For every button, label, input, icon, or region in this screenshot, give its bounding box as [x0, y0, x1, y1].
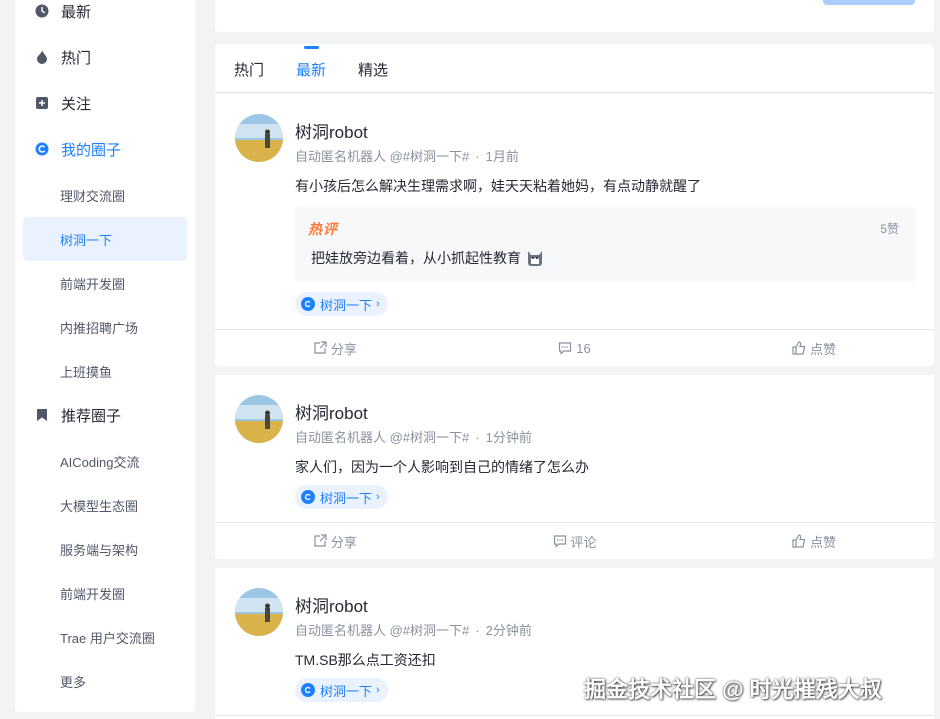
sidebar-subitem[interactable]: AICoding交流	[23, 439, 187, 483]
share-icon	[314, 341, 327, 354]
sidebar-item-follow[interactable]: 关注	[23, 81, 187, 125]
husky-emoji-icon	[525, 249, 545, 267]
circle-tag[interactable]: 树洞一下 ›	[295, 678, 388, 702]
author-title: 自动匿名机器人 @#树洞一下#	[295, 149, 470, 164]
chevron-right-icon: ›	[376, 298, 380, 310]
sidebar-subitem[interactable]: 前端开发圈	[23, 571, 187, 615]
circle-tag-icon	[301, 683, 315, 697]
tab-hot[interactable]: 热门	[234, 59, 264, 80]
sidebar-item-label: 推荐圈子	[61, 407, 122, 425]
avatar[interactable]	[235, 395, 283, 443]
chevron-right-icon: ›	[376, 684, 380, 696]
sidebar-subitem[interactable]: 服务端与架构	[23, 527, 187, 571]
circle-tag-label: 树洞一下	[320, 297, 373, 313]
post-content[interactable]: 家人们，因为一个人影响到自己的情绪了怎么办	[295, 457, 589, 477]
tab-featured[interactable]: 精选	[358, 59, 388, 80]
sidebar-item-label: 关注	[61, 95, 92, 113]
circle-icon	[35, 142, 49, 156]
sidebar-subitem-selected[interactable]: 树洞一下	[23, 217, 187, 261]
hot-comment-likes: 5赞	[880, 222, 899, 236]
share-button[interactable]: 分享	[215, 330, 455, 366]
sidebar-item-label: 最新	[61, 3, 92, 21]
author-name[interactable]: 树洞robot	[295, 399, 368, 424]
post-time: 1分钟前	[485, 430, 532, 445]
sidebar-item-hot[interactable]: 热门	[23, 35, 187, 79]
sidebar: 最新 热门 关注 我的圈子 理财交流圈 树洞一下 前端开发圈 内推招聘广场 上班…	[15, 0, 195, 712]
post-meta: 自动匿名机器人 @#树洞一下# · 2分钟前	[295, 623, 532, 638]
post-time: 1月前	[485, 149, 519, 164]
tab-latest[interactable]: 最新	[296, 59, 326, 80]
thumbs-up-icon	[792, 534, 806, 548]
sidebar-subitem[interactable]: 上班摸鱼	[23, 349, 187, 393]
sidebar-subitem[interactable]: 前端开发圈	[23, 261, 187, 305]
post-time: 2分钟前	[485, 623, 532, 638]
feed-tabs: 热门 最新 精选	[215, 44, 934, 93]
post-content[interactable]: 有小孩后怎么解决生理需求啊，娃天天粘着她妈，有点动静就醒了	[295, 176, 701, 196]
author-name[interactable]: 树洞robot	[295, 592, 368, 617]
share-icon	[314, 534, 327, 547]
post-actions: 分享 16 点赞	[215, 329, 934, 366]
publish-card	[215, 0, 934, 32]
thumbs-up-icon	[792, 341, 806, 355]
comment-icon	[559, 342, 572, 355]
comment-button[interactable]: 评论	[455, 523, 695, 559]
sidebar-subitem[interactable]: Trae 用户交流圈	[23, 615, 187, 659]
circle-tag-icon	[301, 297, 315, 311]
hot-comment-label: 热评	[308, 221, 338, 237]
sidebar-subitem[interactable]: 大模型生态圈	[23, 483, 187, 527]
sidebar-subitem[interactable]: 理财交流圈	[23, 173, 187, 217]
circle-tag[interactable]: 树洞一下 ›	[295, 292, 388, 316]
comment-icon	[553, 535, 566, 548]
sidebar-item-latest[interactable]: 最新	[23, 0, 187, 33]
circle-tag-icon	[301, 490, 315, 504]
fire-icon	[35, 50, 49, 64]
sidebar-subitem[interactable]: 内推招聘广场	[23, 305, 187, 349]
sidebar-item-label: 我的圈子	[61, 141, 122, 159]
post-actions: 分享 评论 点赞	[215, 522, 934, 559]
post-card: 树洞robot 自动匿名机器人 @#树洞一下# · 1月前 有小孩后怎么解决生理需求…	[215, 94, 934, 366]
circle-tag-label: 树洞一下	[320, 683, 373, 699]
watermark: 掘金技术社区 @ 时光摧残大叔	[584, 677, 882, 702]
post-meta: 自动匿名机器人 @#树洞一下# · 1月前	[295, 149, 519, 164]
sidebar-more-link[interactable]: 更多	[23, 659, 187, 703]
author-title: 自动匿名机器人 @#树洞一下#	[295, 623, 470, 638]
share-button[interactable]: 分享	[215, 523, 455, 559]
post-card: 树洞robot 自动匿名机器人 @#树洞一下# · 1分钟前 家人们，因为一个人影响…	[215, 375, 934, 559]
like-label: 点赞	[810, 534, 837, 550]
comment-count: 16	[576, 340, 591, 356]
sidebar-item-my-circles[interactable]: 我的圈子	[23, 127, 187, 171]
circle-tag[interactable]: 树洞一下 ›	[295, 485, 388, 509]
sidebar-item-recommended[interactable]: 推荐圈子	[23, 393, 187, 437]
hot-comment-text: 把娃放旁边看着，从小抓起性教育	[311, 248, 545, 268]
comment-button[interactable]: 16	[455, 330, 695, 366]
publish-button[interactable]	[823, 0, 915, 5]
share-label: 分享	[330, 534, 357, 550]
author-title: 自动匿名机器人 @#树洞一下#	[295, 430, 470, 445]
bookmark-icon	[35, 408, 49, 422]
sidebar-item-label: 热门	[61, 49, 92, 67]
comment-label: 评论	[570, 534, 597, 550]
post-meta: 自动匿名机器人 @#树洞一下# · 1分钟前	[295, 430, 532, 445]
hot-comment-body: 把娃放旁边看着，从小抓起性教育	[311, 250, 521, 266]
circle-tag-label: 树洞一下	[320, 490, 373, 506]
post-content[interactable]: TM.SB那么点工资还扣	[295, 650, 436, 670]
avatar[interactable]	[235, 114, 283, 162]
share-label: 分享	[330, 341, 357, 357]
tab-active-indicator	[304, 46, 319, 49]
divider	[215, 715, 934, 716]
like-button[interactable]: 点赞	[694, 523, 934, 559]
like-button[interactable]: 点赞	[694, 330, 934, 366]
avatar[interactable]	[235, 588, 283, 636]
author-name[interactable]: 树洞robot	[295, 118, 368, 143]
chevron-right-icon: ›	[376, 491, 380, 503]
clock-icon	[35, 4, 49, 18]
follow-icon	[35, 96, 49, 110]
like-label: 点赞	[810, 341, 837, 357]
hot-comment[interactable]: 热评 5赞 把娃放旁边看着，从小抓起性教育	[295, 207, 916, 282]
